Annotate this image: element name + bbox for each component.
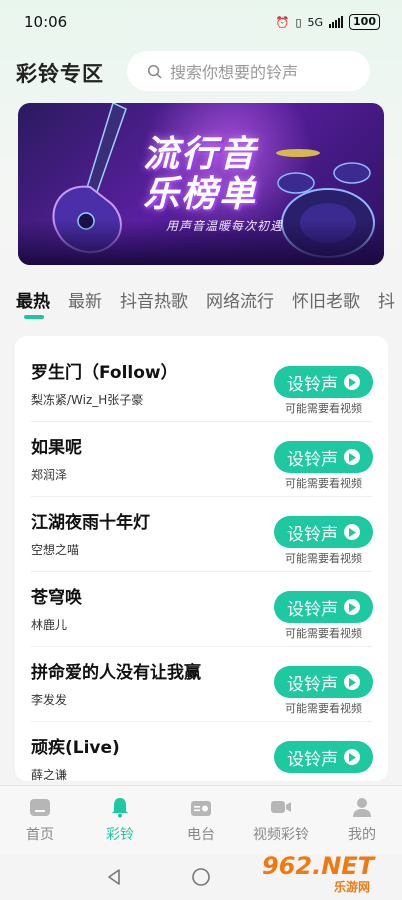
set-ringtone-label: 设铃声 bbox=[287, 599, 338, 620]
promo-banner[interactable]: 流行音 乐榜单 用声音温暖每次初遇 bbox=[18, 103, 384, 265]
play-icon bbox=[344, 449, 360, 465]
list-item[interactable]: 苍穹唤 林鹿儿 设铃声 可能需要看视频 bbox=[15, 561, 388, 647]
set-ringtone-button[interactable]: 设铃声 bbox=[274, 741, 373, 773]
tab-oldies[interactable]: 怀旧老歌 bbox=[292, 287, 360, 317]
play-icon bbox=[344, 749, 360, 765]
nav-ringtone-label: 彩铃 bbox=[106, 827, 134, 843]
search-placeholder: 搜索你想要的铃声 bbox=[170, 63, 299, 82]
nav-radio[interactable]: 电台 bbox=[166, 796, 236, 844]
set-ringtone-label: 设铃声 bbox=[287, 749, 338, 770]
page-title: 彩铃专区 bbox=[16, 62, 104, 86]
nav-video-ringtone[interactable]: 视频彩铃 bbox=[246, 796, 316, 844]
list-item[interactable]: 如果呢 郑润泽 设铃声 可能需要看视频 bbox=[15, 411, 388, 497]
song-artist: 郑润泽 bbox=[31, 468, 68, 482]
set-ringtone-label: 设铃声 bbox=[287, 374, 338, 395]
radio-icon bbox=[191, 801, 211, 816]
vibrate-icon: ▯ bbox=[295, 15, 302, 29]
alarm-icon: ⏰ bbox=[275, 15, 290, 29]
song-name: 顽疾(Live) bbox=[31, 738, 120, 758]
song-artist: 林鹿儿 bbox=[31, 618, 68, 632]
song-artist: 李发发 bbox=[31, 693, 68, 707]
nav-home[interactable]: 首页 bbox=[5, 796, 75, 844]
song-name: 如果呢 bbox=[31, 438, 82, 458]
song-artist: 薛之谦 bbox=[31, 768, 68, 781]
nav-home-label: 首页 bbox=[26, 827, 54, 843]
tab-more[interactable]: 抖 bbox=[378, 287, 395, 317]
set-ringtone-button[interactable]: 设铃声 bbox=[274, 441, 373, 473]
nav-video-ringtone-label: 视频彩铃 bbox=[253, 827, 309, 843]
watermark-sub: 乐游网 bbox=[334, 880, 371, 894]
banner-subtitle: 用声音温暖每次初遇 bbox=[166, 219, 284, 233]
play-icon bbox=[344, 599, 360, 615]
song-list: 罗生门（Follow） 梨冻紧/Wiz_H张子豪 设铃声 可能需要看视频 如果呢… bbox=[15, 336, 388, 781]
song-name: 拼命爱的人没有让我赢 bbox=[31, 663, 201, 683]
set-ringtone-button[interactable]: 设铃声 bbox=[274, 591, 373, 623]
watermark-brand: 962.NET bbox=[262, 852, 375, 880]
set-ringtone-label: 设铃声 bbox=[287, 449, 338, 470]
list-item[interactable]: 江湖夜雨十年灯 空想之喵 设铃声 可能需要看视频 bbox=[15, 486, 388, 572]
set-ringtone-label: 设铃声 bbox=[287, 674, 338, 695]
search-icon bbox=[147, 64, 162, 78]
play-icon bbox=[344, 524, 360, 540]
tab-douyin[interactable]: 抖音热歌 bbox=[120, 287, 188, 317]
nav-ringtone[interactable]: 彩铃 bbox=[85, 796, 155, 844]
status-icons: ⏰ ▯ 5G 100 bbox=[276, 14, 380, 30]
song-name: 罗生门（Follow） bbox=[31, 363, 178, 383]
header: 彩铃专区 搜索你想要的铃声 bbox=[0, 50, 402, 94]
tab-hottest[interactable]: 最热 bbox=[16, 287, 50, 319]
list-item[interactable]: 顽疾(Live) 薛之谦 设铃声 bbox=[15, 711, 388, 781]
video-camera-icon bbox=[271, 801, 291, 813]
search-input[interactable]: 搜索你想要的铃声 bbox=[127, 51, 370, 91]
play-icon bbox=[344, 674, 360, 690]
set-ringtone-button[interactable]: 设铃声 bbox=[274, 666, 373, 698]
user-icon bbox=[353, 798, 371, 817]
battery-icon: 100 bbox=[349, 14, 380, 30]
song-name: 江湖夜雨十年灯 bbox=[31, 513, 150, 533]
bottom-nav: 首页 彩铃 电台 视频彩铃 我的 bbox=[0, 785, 402, 855]
home-button-icon[interactable] bbox=[191, 867, 211, 887]
list-item[interactable]: 拼命爱的人没有让我赢 李发发 设铃声 可能需要看视频 bbox=[15, 636, 388, 722]
play-icon bbox=[344, 374, 360, 390]
list-item[interactable]: 罗生门（Follow） 梨冻紧/Wiz_H张子豪 设铃声 可能需要看视频 bbox=[15, 336, 388, 422]
signal-icon bbox=[329, 16, 344, 28]
home-icon bbox=[30, 799, 50, 816]
status-time: 10:06 bbox=[24, 13, 68, 31]
network-type: 5G bbox=[307, 15, 324, 29]
back-icon[interactable] bbox=[104, 867, 124, 887]
category-tabs: 最热 最新 抖音热歌 网络流行 怀旧老歌 抖 bbox=[0, 287, 402, 323]
set-ringtone-label: 设铃声 bbox=[287, 524, 338, 545]
nav-radio-label: 电台 bbox=[187, 827, 215, 843]
set-ringtone-button[interactable]: 设铃声 bbox=[274, 366, 373, 398]
nav-profile-label: 我的 bbox=[348, 827, 376, 843]
bell-icon bbox=[112, 798, 128, 818]
tab-internet[interactable]: 网络流行 bbox=[206, 287, 274, 317]
song-artist: 梨冻紧/Wiz_H张子豪 bbox=[31, 393, 144, 407]
banner-title-line2: 乐榜单 bbox=[143, 174, 258, 215]
song-artist: 空想之喵 bbox=[31, 543, 80, 557]
nav-profile[interactable]: 我的 bbox=[327, 796, 397, 844]
song-name: 苍穹唤 bbox=[31, 588, 82, 608]
watermark-logo: 962.NET 乐游网 bbox=[262, 852, 396, 898]
tab-newest[interactable]: 最新 bbox=[68, 287, 102, 317]
set-ringtone-button[interactable]: 设铃声 bbox=[274, 516, 373, 548]
status-bar: 10:06 ⏰ ▯ 5G 100 bbox=[0, 0, 402, 44]
